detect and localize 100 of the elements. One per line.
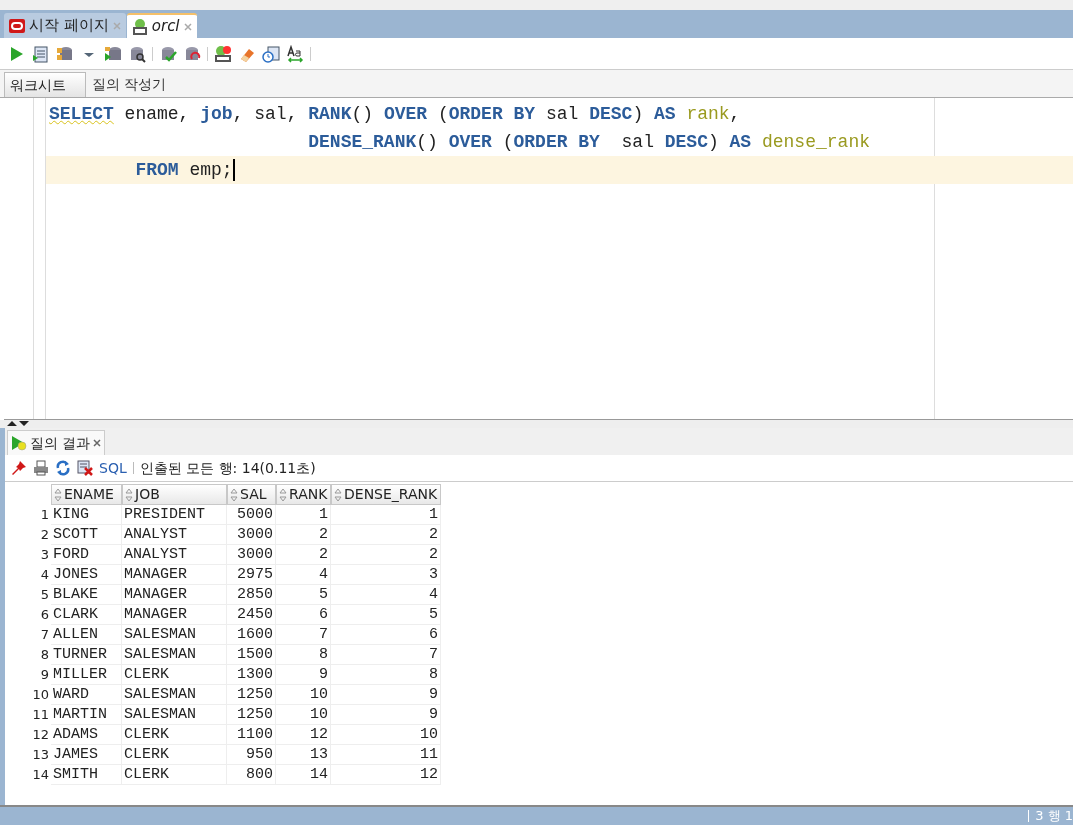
table-cell: KING bbox=[51, 505, 122, 525]
table-cell: 1300 bbox=[227, 665, 276, 685]
code-line: FROM emp; bbox=[134, 159, 233, 182]
table-cell: 9 bbox=[276, 665, 331, 685]
clock-document-icon[interactable] bbox=[262, 44, 280, 63]
table-cell: 1100 bbox=[227, 725, 276, 745]
font-case-icon[interactable] bbox=[286, 44, 304, 63]
database-check-icon[interactable] bbox=[159, 44, 177, 63]
editor-tab[interactable]: orcl bbox=[126, 13, 197, 38]
table-cell: 5 bbox=[276, 585, 331, 605]
table-cell: JONES bbox=[51, 565, 122, 585]
table-cell: CLERK bbox=[122, 745, 227, 765]
table-cell: 1250 bbox=[227, 685, 276, 705]
grid-delete-icon[interactable] bbox=[77, 460, 93, 476]
sql-new-icon[interactable] bbox=[214, 44, 232, 63]
table-cell: SALESMAN bbox=[122, 705, 227, 725]
sort-arrows-icon bbox=[125, 487, 133, 502]
table-cell: MANAGER bbox=[122, 565, 227, 585]
table-cell: 10 bbox=[276, 685, 331, 705]
sort-arrows-icon bbox=[230, 487, 238, 502]
table-cell: 2850 bbox=[227, 585, 276, 605]
table-cell: 14 bbox=[276, 765, 331, 785]
row-number: 6 bbox=[39, 606, 50, 624]
refresh-icon[interactable] bbox=[55, 460, 71, 476]
table-cell: 8 bbox=[276, 645, 331, 665]
table-cell: SCOTT bbox=[51, 525, 122, 545]
splitter-arrows-icon[interactable] bbox=[6, 420, 30, 427]
table-cell: CLERK bbox=[122, 725, 227, 745]
row-number: 11 bbox=[31, 706, 50, 724]
table-cell: 4 bbox=[331, 585, 441, 605]
row-number: 7 bbox=[39, 626, 50, 644]
table-cell: 2 bbox=[276, 525, 331, 545]
table-cell: 6 bbox=[331, 625, 441, 645]
table-cell: MANAGER bbox=[122, 605, 227, 625]
table-cell: CLERK bbox=[122, 665, 227, 685]
table-cell: PRESIDENT bbox=[122, 505, 227, 525]
table-cell: FORD bbox=[51, 545, 122, 565]
table-cell: SALESMAN bbox=[122, 685, 227, 705]
table-cell: 10 bbox=[276, 705, 331, 725]
code-line: SELECT ename, job, sal, RANK() OVER (ORDER BY sal DESC) AS rank, bbox=[49, 103, 741, 126]
row-number: 4 bbox=[39, 566, 50, 584]
table-cell: 1250 bbox=[227, 705, 276, 725]
sort-arrows-icon bbox=[279, 487, 287, 502]
column-header[interactable]: SAL bbox=[227, 484, 276, 505]
row-number: 9 bbox=[39, 666, 50, 684]
table-cell: 8 bbox=[331, 665, 441, 685]
column-header[interactable]: ENAME bbox=[51, 484, 122, 505]
row-number: 10 bbox=[31, 686, 50, 704]
column-header[interactable]: JOB bbox=[122, 484, 227, 505]
column-header[interactable]: DENSE_RANK bbox=[331, 484, 441, 505]
row-number: 13 bbox=[31, 746, 50, 764]
run-result-icon bbox=[11, 435, 27, 451]
fetch-status: 인출된 모든 행: 14(0.11초) bbox=[139, 458, 316, 478]
sort-arrows-icon bbox=[54, 487, 62, 502]
database-search-icon[interactable] bbox=[128, 44, 146, 63]
sql-link[interactable]: SQL bbox=[99, 457, 127, 479]
table-cell: CLARK bbox=[51, 605, 122, 625]
close-icon[interactable] bbox=[93, 439, 102, 447]
table-cell: MANAGER bbox=[122, 585, 227, 605]
table-cell: ALLEN bbox=[51, 625, 122, 645]
database-run-icon[interactable] bbox=[104, 44, 122, 63]
table-cell: 4 bbox=[276, 565, 331, 585]
row-number: 12 bbox=[31, 726, 50, 744]
script-page-icon[interactable] bbox=[32, 44, 50, 63]
oracle-logo-icon bbox=[9, 17, 25, 34]
table-cell: 7 bbox=[331, 645, 441, 665]
table-cell: MARTIN bbox=[51, 705, 122, 725]
table-cell: 1 bbox=[276, 505, 331, 525]
table-cell: 2450 bbox=[227, 605, 276, 625]
table-cell: 3000 bbox=[227, 525, 276, 545]
table-cell: 1 bbox=[331, 505, 441, 525]
editor-tab[interactable]: 시작 페이지 bbox=[4, 13, 126, 38]
row-number: 2 bbox=[39, 526, 50, 544]
table-cell: 2 bbox=[331, 525, 441, 545]
sort-arrows-icon bbox=[334, 487, 342, 502]
table-cell: 6 bbox=[276, 605, 331, 625]
row-number: 1 bbox=[39, 506, 50, 524]
table-cell: BLAKE bbox=[51, 585, 122, 605]
database-undo-icon[interactable] bbox=[183, 44, 201, 63]
table-cell: 11 bbox=[331, 745, 441, 765]
table-cell: 3 bbox=[331, 565, 441, 585]
printer-icon[interactable] bbox=[33, 460, 49, 476]
table-cell: 7 bbox=[276, 625, 331, 645]
table-cell: SALESMAN bbox=[122, 645, 227, 665]
table-cell: ANALYST bbox=[122, 525, 227, 545]
table-cell: 12 bbox=[331, 765, 441, 785]
table-cell: SALESMAN bbox=[122, 625, 227, 645]
table-cell: 9 bbox=[331, 705, 441, 725]
pin-icon[interactable] bbox=[11, 460, 27, 476]
table-cell: TURNER bbox=[51, 645, 122, 665]
table-cell: 12 bbox=[276, 725, 331, 745]
table-cell: 13 bbox=[276, 745, 331, 765]
table-cell: 5 bbox=[331, 605, 441, 625]
table-cell: 800 bbox=[227, 765, 276, 785]
results-tab[interactable]: 질의 결과 bbox=[7, 430, 106, 455]
table-cell: 5000 bbox=[227, 505, 276, 525]
worksheet-tab[interactable]: 워크시트 bbox=[4, 72, 86, 97]
column-header[interactable]: RANK bbox=[276, 484, 331, 505]
worksheet-tab[interactable]: 질의 작성기 bbox=[86, 72, 173, 97]
database-icon[interactable] bbox=[56, 44, 74, 63]
